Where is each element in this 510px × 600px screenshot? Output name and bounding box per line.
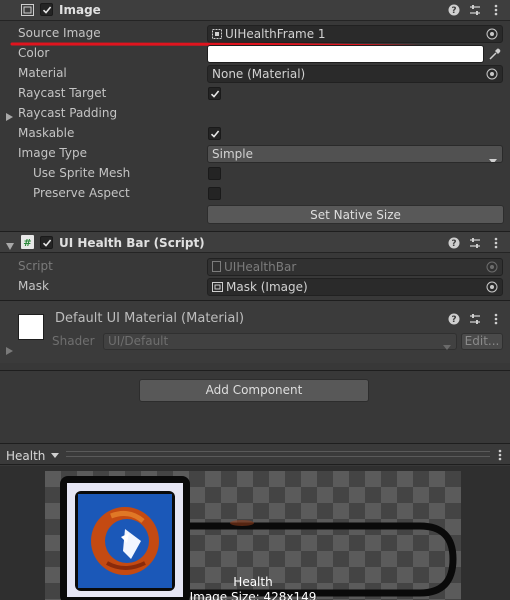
material-title: Default UI Material (Material) <box>55 311 245 326</box>
presets-icon[interactable] <box>469 4 481 16</box>
preserve-aspect-checkbox[interactable] <box>208 187 221 200</box>
image-enabled-checkbox[interactable] <box>40 3 53 16</box>
preview-header: Health <box>0 443 510 465</box>
more-options-icon[interactable] <box>490 4 502 16</box>
preview-dropdown-label: Health <box>6 449 46 463</box>
script-label: Script <box>18 259 53 273</box>
image-component-title: Image <box>59 3 101 17</box>
svg-text:?: ? <box>451 315 456 325</box>
color-row: Color <box>0 44 510 64</box>
image-component-icon <box>212 280 223 292</box>
image-type-label: Image Type <box>18 146 87 160</box>
shader-value: UI/Default <box>108 334 169 348</box>
mask-label: Mask <box>18 279 49 293</box>
maskable-row: Maskable <box>0 124 510 144</box>
shader-dropdown: UI/Default <box>103 333 457 350</box>
svg-text:?: ? <box>451 6 456 16</box>
maskable-checkbox[interactable] <box>208 127 221 140</box>
preview-area: Health Image Size: 428x149 <box>0 466 510 600</box>
health-bar-component-header[interactable]: # UI Health Bar (Script) ? <box>0 232 510 253</box>
raycast-target-row: Raycast Target <box>0 84 510 104</box>
mask-row: Mask Mask (Image) <box>0 277 510 297</box>
material-field[interactable]: None (Material) <box>207 65 503 83</box>
divider <box>0 370 510 371</box>
presets-icon[interactable] <box>469 313 481 325</box>
object-picker-icon[interactable] <box>486 28 498 40</box>
image-type-dropdown[interactable]: Simple <box>207 145 503 163</box>
maskable-label: Maskable <box>18 126 75 140</box>
help-icon[interactable]: ? <box>448 4 460 16</box>
preview-caption-name: Health <box>233 575 273 589</box>
dropdown-arrow-icon <box>51 444 60 464</box>
material-row: Material None (Material) <box>0 64 510 84</box>
svg-text:#: # <box>23 238 31 249</box>
foldout-arrow-icon[interactable] <box>6 110 13 124</box>
use-sprite-mesh-checkbox[interactable] <box>208 167 221 180</box>
material-value: None (Material) <box>212 67 306 81</box>
health-bar-component-title: UI Health Bar (Script) <box>59 236 205 250</box>
foldout-arrow-icon[interactable] <box>6 344 13 358</box>
use-sprite-mesh-label: Use Sprite Mesh <box>33 166 131 180</box>
dropdown-arrow-icon <box>489 152 497 162</box>
object-picker-icon[interactable] <box>486 68 498 80</box>
add-component-button[interactable]: Add Component <box>139 379 369 402</box>
image-component-header[interactable]: Image ? <box>0 0 510 21</box>
script-value: UIHealthBar <box>224 260 297 274</box>
health-bar-enabled-checkbox[interactable] <box>40 236 53 249</box>
preserve-aspect-label: Preserve Aspect <box>33 186 130 200</box>
image-component-icon <box>21 4 34 16</box>
raycast-target-checkbox[interactable] <box>208 87 221 100</box>
raycast-target-label: Raycast Target <box>18 86 107 100</box>
image-type-row: Image Type Simple <box>0 144 510 164</box>
script-row: Script UIHealthBar <box>0 257 510 277</box>
preserve-aspect-row: Preserve Aspect <box>0 184 510 204</box>
sprite-icon <box>212 27 222 39</box>
material-label: Material <box>18 66 67 80</box>
raycast-padding-label: Raycast Padding <box>18 106 118 120</box>
image-type-value: Simple <box>212 147 253 161</box>
csharp-script-icon: # <box>21 235 34 249</box>
preview-resize-handle[interactable] <box>66 451 490 457</box>
mask-field[interactable]: Mask (Image) <box>207 278 503 296</box>
object-picker-icon[interactable] <box>486 281 498 293</box>
foldout-arrow-icon[interactable] <box>6 239 14 253</box>
more-options-icon[interactable] <box>498 449 502 464</box>
mask-value: Mask (Image) <box>226 280 308 294</box>
eyedropper-icon[interactable] <box>489 48 501 60</box>
color-swatch[interactable] <box>207 45 484 63</box>
preview-dropdown[interactable]: Health <box>0 444 65 464</box>
use-sprite-mesh-row: Use Sprite Mesh <box>0 164 510 184</box>
script-file-icon <box>212 260 221 272</box>
material-preview-swatch <box>18 314 44 340</box>
more-options-icon[interactable] <box>490 313 502 325</box>
set-native-size-button[interactable]: Set Native Size <box>207 205 504 224</box>
more-options-icon[interactable] <box>490 237 502 249</box>
help-icon[interactable]: ? <box>448 313 460 325</box>
svg-text:?: ? <box>451 239 456 249</box>
material-section: Default UI Material (Material) ? Shader … <box>0 301 510 363</box>
script-field: UIHealthBar <box>207 258 503 276</box>
object-picker-icon <box>486 261 498 273</box>
help-icon[interactable]: ? <box>448 237 460 249</box>
presets-icon[interactable] <box>469 237 481 249</box>
raycast-padding-row[interactable]: Raycast Padding <box>0 104 510 124</box>
shader-label: Shader <box>52 334 95 348</box>
dropdown-arrow-icon <box>443 339 451 354</box>
preview-caption-size: Image Size: 428x149 <box>189 590 317 600</box>
color-label: Color <box>18 46 50 60</box>
edit-shader-button[interactable]: Edit... <box>461 333 503 350</box>
